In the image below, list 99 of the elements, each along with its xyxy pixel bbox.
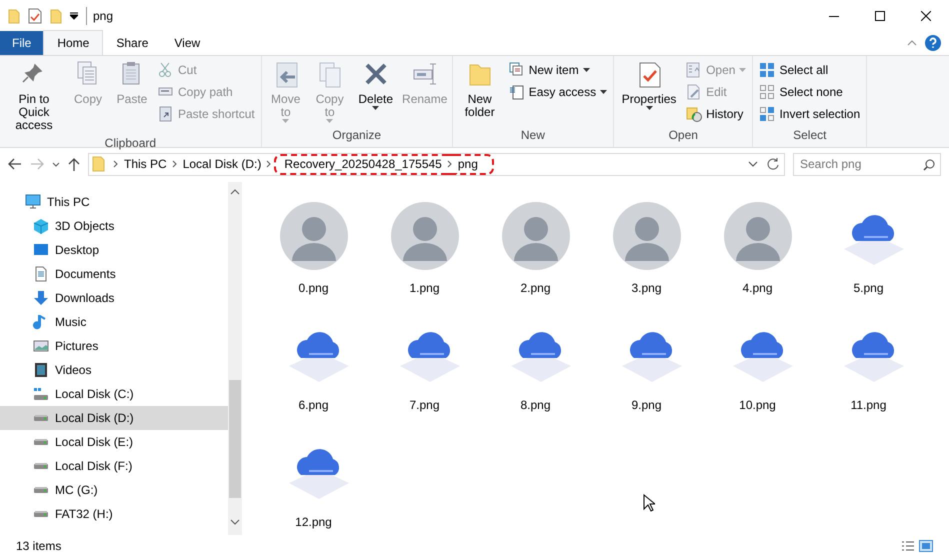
new-item-icon [508,62,525,78]
maximize-icon[interactable] [875,11,885,21]
group-label: Clipboard [104,135,158,152]
drive-icon [33,486,49,494]
ribbon-tab[interactable]: Share [103,31,162,55]
customize-caret-icon[interactable] [70,12,78,20]
file-item[interactable]: 0.png [258,186,369,303]
sidebar-item[interactable]: This PC [0,190,228,214]
avatar-placeholder [390,201,460,271]
breadcrumb[interactable]: Local Disk (D:) [180,154,264,174]
recent-caret-icon[interactable] [52,162,60,166]
desktop-icon [33,242,49,258]
ribbon-tab[interactable]: Home [43,30,104,55]
drive-icon [33,386,49,402]
invert-selection-button[interactable]: Invert selection [757,103,862,125]
dropdown-caret-icon[interactable] [748,161,758,167]
download-icon [33,290,49,306]
file-item[interactable]: 6.png [258,303,369,420]
invert-selection-icon [759,106,776,122]
scrollbar[interactable] [228,182,242,535]
group-label: Select [792,127,828,144]
ribbon-tab[interactable]: View [161,31,214,55]
search-icon [923,158,935,170]
history-button[interactable]: History [684,103,748,125]
file-item[interactable]: 11.png [813,303,924,420]
help-icon[interactable] [925,35,941,51]
back-icon[interactable] [8,158,22,170]
sidebar-item[interactable]: Local Disk (D:) [0,406,228,430]
drive-icon [33,510,49,518]
paste-shortcut-icon [158,106,174,122]
refresh-icon[interactable] [766,157,780,171]
document-icon [33,266,49,282]
drive-icon [33,462,49,470]
cube-icon [33,218,49,234]
pin-button[interactable]: Pin to Quick access [4,59,64,134]
pictures-icon [33,338,49,354]
edit-icon [686,84,702,100]
sidebar-item[interactable]: Local Disk (E:) [0,430,228,454]
group-label: Organize [331,127,382,144]
scrollbar-thumb[interactable] [229,380,241,498]
sidebar-item[interactable]: Documents [0,262,228,286]
drive-icon [33,438,49,446]
item-count: 13 items [16,538,62,555]
history-icon [686,106,702,122]
file-item[interactable]: 1.png [369,186,480,303]
sidebar-item[interactable]: Local Disk (C:) [0,382,228,406]
sidebar-item[interactable]: Downloads [0,286,228,310]
group-label: New [520,127,546,144]
sidebar-item[interactable]: FAT32 (H:) [0,502,228,526]
avatar-placeholder [278,201,348,271]
breadcrumb[interactable]: This PC [121,154,170,174]
properties-button[interactable]: Properties [618,59,680,125]
avatar-placeholder [500,201,570,271]
file-tab[interactable]: File [0,31,44,55]
sidebar-item[interactable]: Local Disk (F:) [0,454,228,478]
sidebar-item[interactable]: Music [0,310,228,334]
file-item[interactable]: 4.png [702,186,813,303]
copy-to-icon [316,61,343,89]
group-label: Open [668,127,699,144]
sidebar-item[interactable]: MC (G:) [0,478,228,502]
select-all-button[interactable]: Select all [757,59,862,81]
address-field[interactable]: This PC Local Disk (D:) Recovery_20250428_175545 png [88,152,785,176]
close-icon[interactable] [921,11,931,21]
sidebar-item[interactable]: Pictures [0,334,228,358]
search-field[interactable]: Search png [793,152,941,176]
select-none-button[interactable]: Select none [757,81,862,103]
mouse-pointer-icon [643,494,655,512]
sidebar-item[interactable]: Videos [0,358,228,382]
up-icon[interactable] [68,158,80,170]
file-item[interactable]: 10.png [702,303,813,420]
select-none-icon [759,84,776,100]
easy-access-button[interactable]: Easy access [506,81,610,103]
file-item[interactable]: 3.png [591,186,702,303]
new-item-button[interactable]: New item [506,59,610,81]
breadcrumb[interactable]: png [454,154,494,174]
details-view-icon[interactable] [901,540,915,552]
delete-button[interactable]: Delete [354,59,398,125]
avatar-placeholder [722,201,792,271]
file-item[interactable]: 9.png [591,303,702,420]
file-item[interactable]: 12.png [258,420,369,537]
breadcrumb[interactable]: Recovery_20250428_175545 [274,154,445,174]
collapse-ribbon-icon[interactable] [907,40,917,46]
scissors-icon [158,62,174,78]
sidebar-item[interactable]: Desktop [0,238,228,262]
computer-icon [25,194,41,210]
sidebar-item[interactable]: 3D Objects [0,214,228,238]
film-icon [33,362,49,378]
file-item[interactable]: 5.png [813,186,924,303]
new-folder-button[interactable]: New folder [456,59,503,121]
window-title: png [86,7,114,25]
open-icon [686,62,702,78]
avatar-placeholder [612,201,682,271]
file-item[interactable]: 7.png [369,303,480,420]
properties-icon[interactable] [28,8,42,24]
easy-access-icon [508,84,525,100]
drive-icon [33,414,49,422]
file-item[interactable]: 2.png [480,186,591,303]
select-all-icon [759,62,776,78]
file-item[interactable]: 8.png [480,303,591,420]
